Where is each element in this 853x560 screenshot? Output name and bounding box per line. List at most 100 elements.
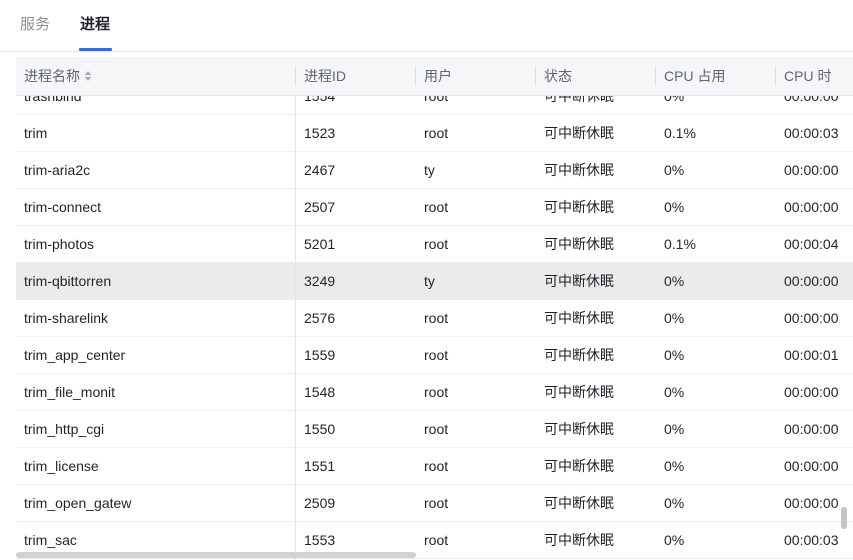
table-row[interactable]: trim_license 1551 root 可中断休眠 0% 00:00:00 xyxy=(16,448,853,485)
cpu-usage-cell: 0% xyxy=(664,273,685,289)
pid-cell: 1554 xyxy=(304,96,336,104)
cpu-usage-cell: 0.1% xyxy=(664,236,696,252)
process-name-cell: trim_http_cgi xyxy=(24,421,105,437)
cpu-time-cell: 00:00:00 xyxy=(784,458,839,474)
column-header-process-name[interactable]: 进程名称 xyxy=(24,57,284,95)
table-rows: trashbind 1554 root 可中断休眠 0% 00:00:00 trim 1523… xyxy=(16,96,853,559)
state-cell: 可中断休眠 xyxy=(544,347,614,363)
process-table: 进程名称 进程ID 用户 状态 CPU 占用 CPU 时 trashbind 15… xyxy=(16,57,853,560)
pid-cell: 1550 xyxy=(304,421,336,437)
column-header-label: 进程名称 xyxy=(24,68,80,84)
table-row[interactable]: trim-qbittorren 3249 ty 可中断休眠 0% 00:00:00 xyxy=(16,263,853,300)
state-cell: 可中断休眠 xyxy=(544,384,614,400)
vertical-scrollbar[interactable] xyxy=(841,507,847,529)
state-cell: 可中断休眠 xyxy=(544,310,614,326)
user-cell: ty xyxy=(424,162,435,178)
user-cell: root xyxy=(424,458,449,474)
table-header: 进程名称 进程ID 用户 状态 CPU 占用 CPU 时 xyxy=(16,57,853,96)
table-row[interactable]: trim_http_cgi 1550 root 可中断休眠 0% 00:00:00 xyxy=(16,411,853,448)
table-row[interactable]: trim_open_gatew 2509 root 可中断休眠 0% 00:00:00 xyxy=(16,485,853,522)
user-cell: root xyxy=(424,347,449,363)
column-separator[interactable] xyxy=(295,66,296,86)
process-name-cell: trim-photos xyxy=(24,236,95,252)
state-cell: 可中断休眠 xyxy=(544,532,614,548)
pid-cell: 2507 xyxy=(304,199,336,215)
cpu-usage-cell: 0% xyxy=(664,421,685,437)
user-cell: root xyxy=(424,236,449,252)
pid-cell: 1551 xyxy=(304,458,336,474)
column-header-cpu-time[interactable]: CPU 时 xyxy=(784,57,853,95)
cpu-usage-cell: 0% xyxy=(664,495,685,511)
process-name-cell: trim_license xyxy=(24,458,99,474)
cpu-time-cell: 00:00:00 xyxy=(784,421,839,437)
process-name-cell: trim-qbittorren xyxy=(24,273,112,289)
state-cell: 可中断休眠 xyxy=(544,96,614,104)
column-header-state[interactable]: 状态 xyxy=(544,57,654,95)
table-row[interactable]: trim 1523 root 可中断休眠 0.1% 00:00:03 xyxy=(16,115,853,152)
state-cell: 可中断休眠 xyxy=(544,199,614,215)
horizontal-scrollbar[interactable] xyxy=(16,552,416,558)
column-header-cpu-usage[interactable]: CPU 占用 xyxy=(664,57,764,95)
frozen-column-divider xyxy=(295,96,296,560)
table-row[interactable]: trim-connect 2507 root 可中断休眠 0% 00:00:00 xyxy=(16,189,853,226)
process-name-cell: trim-sharelink xyxy=(24,310,109,326)
cpu-time-cell: 00:00:01 xyxy=(784,347,839,363)
user-cell: root xyxy=(424,495,449,511)
process-name-cell: trashbind xyxy=(24,96,82,104)
state-cell: 可中断休眠 xyxy=(544,162,614,178)
cpu-time-cell: 00:00:00 xyxy=(784,273,839,289)
user-cell: root xyxy=(424,199,449,215)
cpu-time-cell: 00:00:03 xyxy=(784,125,839,141)
table-row[interactable]: trashbind 1554 root 可中断休眠 0% 00:00:00 xyxy=(16,96,853,115)
table-row[interactable]: trim-photos 5201 root 可中断休眠 0.1% 00:00:04 xyxy=(16,226,853,263)
tab-processes[interactable]: 进程 xyxy=(80,16,110,34)
column-header-pid[interactable]: 进程ID xyxy=(304,57,404,95)
state-cell: 可中断休眠 xyxy=(544,125,614,141)
state-cell: 可中断休眠 xyxy=(544,495,614,511)
cpu-usage-cell: 0% xyxy=(664,96,685,104)
pid-cell: 1559 xyxy=(304,347,336,363)
cpu-usage-cell: 0% xyxy=(664,199,685,215)
user-cell: root xyxy=(424,125,449,141)
cpu-usage-cell: 0.1% xyxy=(664,125,696,141)
state-cell: 可中断休眠 xyxy=(544,236,614,252)
process-name-cell: trim-aria2c xyxy=(24,162,91,178)
sort-icon[interactable] xyxy=(84,70,92,82)
process-name-cell: trim_file_monit xyxy=(24,384,116,400)
table-body[interactable]: trashbind 1554 root 可中断休眠 0% 00:00:00 trim 1523… xyxy=(16,96,853,560)
state-cell: 可中断休眠 xyxy=(544,421,614,437)
column-separator[interactable] xyxy=(415,66,416,86)
user-cell: root xyxy=(424,310,449,326)
pid-cell: 1523 xyxy=(304,125,336,141)
cpu-usage-cell: 0% xyxy=(664,458,685,474)
pid-cell: 2576 xyxy=(304,310,336,326)
pid-cell: 5201 xyxy=(304,236,336,252)
cpu-usage-cell: 0% xyxy=(664,310,685,326)
table-row[interactable]: trim-sharelink 2576 root 可中断休眠 0% 00:00:00 xyxy=(16,300,853,337)
state-cell: 可中断休眠 xyxy=(544,458,614,474)
column-separator[interactable] xyxy=(655,66,656,86)
pid-cell: 2467 xyxy=(304,162,336,178)
tab-services[interactable]: 服务 xyxy=(20,16,50,34)
table-row[interactable]: trim-aria2c 2467 ty 可中断休眠 0% 00:00:00 xyxy=(16,152,853,189)
process-name-cell: trim_open_gatew xyxy=(24,495,132,511)
table-row[interactable]: trim_app_center 1559 root 可中断休眠 0% 00:00:01 xyxy=(16,337,853,374)
active-tab-indicator xyxy=(79,48,112,51)
process-name-cell: trim-connect xyxy=(24,199,102,215)
cpu-usage-cell: 0% xyxy=(664,162,685,178)
column-header-user[interactable]: 用户 xyxy=(424,57,524,95)
column-separator[interactable] xyxy=(775,66,776,86)
user-cell: root xyxy=(424,421,449,437)
cpu-time-cell: 00:00:00 xyxy=(784,310,839,326)
tab-bar: 服务 进程 xyxy=(0,0,853,52)
cpu-time-cell: 00:00:00 xyxy=(784,199,839,215)
pid-cell: 2509 xyxy=(304,495,336,511)
user-cell: root xyxy=(424,532,449,548)
cpu-time-cell: 00:00:00 xyxy=(784,96,839,104)
pid-cell: 3249 xyxy=(304,273,336,289)
table-row[interactable]: trim_file_monit 1548 root 可中断休眠 0% 00:00:00 xyxy=(16,374,853,411)
user-cell: root xyxy=(424,384,449,400)
process-name-cell: trim_app_center xyxy=(24,347,126,363)
column-separator[interactable] xyxy=(535,66,536,86)
cpu-usage-cell: 0% xyxy=(664,347,685,363)
